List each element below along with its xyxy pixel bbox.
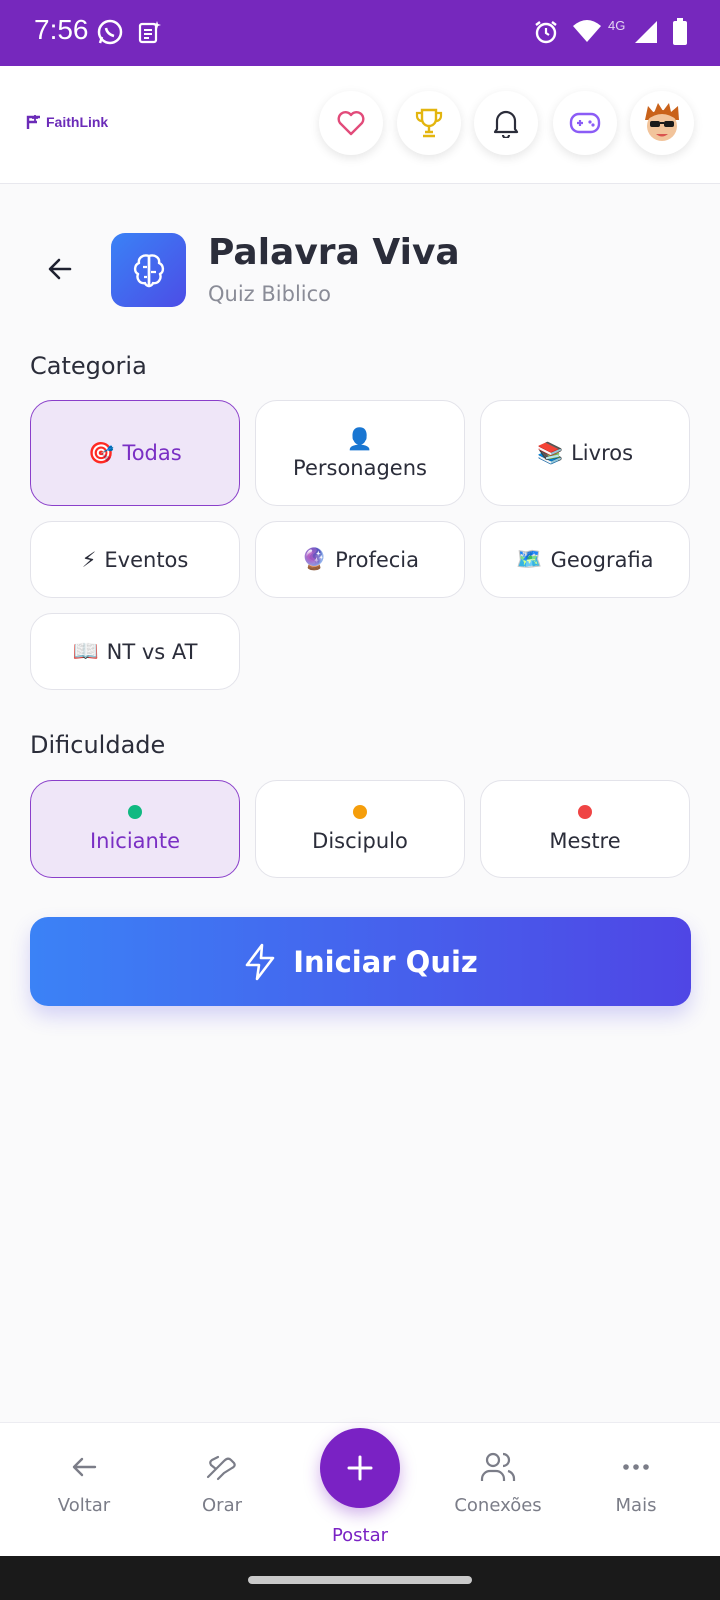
- quiz-app-icon: [111, 233, 186, 307]
- status-time: 7:56: [34, 14, 89, 45]
- nav-conexoes[interactable]: Conexões: [438, 1451, 558, 1516]
- category-chip-geografia[interactable]: 🗺️ Geografia: [480, 521, 690, 598]
- chip-label: Livros: [571, 441, 634, 465]
- lightning-icon: ⚡: [81, 547, 97, 572]
- trophy-button[interactable]: [397, 91, 461, 155]
- network-type: 4G: [608, 18, 626, 33]
- difficulty-chip-discipulo[interactable]: Discipulo: [255, 780, 465, 878]
- avatar: [645, 103, 679, 141]
- map-icon: 🗺️: [516, 547, 543, 571]
- notifications-button[interactable]: [474, 91, 538, 155]
- signal-icon: [634, 20, 658, 48]
- chip-label: Eventos: [104, 547, 189, 572]
- category-chip-nt-vs-at[interactable]: 📖 NT vs AT: [30, 613, 240, 690]
- praying-hands-icon: [206, 1455, 236, 1481]
- chip-label: Mestre: [549, 829, 621, 853]
- back-button[interactable]: [44, 253, 76, 289]
- nav-label: Mais: [615, 1495, 657, 1516]
- chip-label: Personagens: [293, 455, 427, 480]
- nav-label: Conexões: [454, 1495, 542, 1516]
- chip-label: NT vs AT: [106, 639, 198, 664]
- bell-icon: [493, 110, 519, 138]
- faithlink-logo[interactable]: FaithLink: [26, 114, 108, 130]
- chip-label: Profecia: [335, 547, 420, 572]
- nav-voltar[interactable]: Voltar: [24, 1451, 144, 1516]
- profile-avatar-button[interactable]: [630, 91, 694, 155]
- wifi-icon: [572, 18, 602, 48]
- status-bar: 7:56 4G: [0, 0, 720, 66]
- category-chip-livros[interactable]: 📚 Livros: [480, 400, 690, 506]
- target-icon: 🎯: [88, 440, 115, 465]
- notes-icon: [138, 20, 162, 48]
- page-title: Palavra Viva: [208, 232, 460, 273]
- category-chip-personagens[interactable]: 👤 Personagens: [255, 400, 465, 506]
- battery-icon: [672, 18, 688, 50]
- red-dot-icon: [578, 805, 592, 819]
- heart-icon: [337, 111, 365, 136]
- chip-label: Discipulo: [312, 829, 408, 853]
- nav-mais[interactable]: Mais: [576, 1451, 696, 1516]
- chip-label: Todas: [122, 441, 182, 465]
- favorites-button[interactable]: [319, 91, 383, 155]
- chip-label: Iniciante: [89, 829, 181, 853]
- page-subtitle: Quiz Biblico: [208, 282, 332, 306]
- alarm-icon: [533, 19, 559, 49]
- logo-text: FaithLink: [46, 114, 109, 130]
- start-quiz-label: Iniciar Quiz: [293, 944, 478, 979]
- lightning-icon: [245, 943, 275, 980]
- games-button[interactable]: [553, 91, 617, 155]
- category-chip-todas[interactable]: 🎯 Todas: [30, 400, 240, 506]
- category-chip-eventos[interactable]: ⚡ Eventos: [30, 521, 240, 598]
- open-book-icon: 📖: [72, 639, 99, 663]
- users-icon: [480, 1452, 516, 1481]
- post-label[interactable]: Postar: [300, 1525, 420, 1546]
- category-chip-profecia[interactable]: 🔮 Profecia: [255, 521, 465, 598]
- start-quiz-button[interactable]: Iniciar Quiz: [30, 917, 691, 1006]
- plus-icon: [347, 1455, 373, 1481]
- post-button[interactable]: [320, 1428, 400, 1508]
- difficulty-chip-mestre[interactable]: Mestre: [480, 780, 690, 878]
- category-label: Categoria: [30, 352, 147, 380]
- app-header: FaithLink: [0, 66, 720, 184]
- whatsapp-icon: [96, 18, 124, 50]
- nav-label: Voltar: [57, 1495, 111, 1516]
- nav-label: Orar: [202, 1495, 242, 1516]
- difficulty-label: Dificuldade: [30, 731, 166, 759]
- green-dot-icon: [128, 805, 142, 819]
- brain-icon: [133, 254, 164, 288]
- orange-dot-icon: [353, 805, 367, 819]
- trophy-icon: [415, 108, 443, 138]
- difficulty-chip-iniciante[interactable]: Iniciante: [30, 780, 240, 878]
- system-navigation-bar: [0, 1556, 720, 1600]
- more-icon: [623, 1464, 649, 1470]
- books-icon: 📚: [536, 440, 564, 465]
- home-gesture-handle[interactable]: [248, 1576, 472, 1584]
- crystal-ball-icon: 🔮: [300, 547, 328, 571]
- chip-label: Geografia: [550, 547, 654, 572]
- nav-orar[interactable]: Orar: [162, 1451, 282, 1516]
- gamepad-icon: [569, 112, 601, 134]
- bottom-navigation: Voltar Orar Postar Conexões Mais: [0, 1422, 720, 1556]
- arrow-left-icon: [48, 258, 72, 280]
- logo-mark-icon: [26, 115, 40, 129]
- arrow-left-icon: [72, 1457, 97, 1477]
- person-icon: 👤: [346, 426, 374, 451]
